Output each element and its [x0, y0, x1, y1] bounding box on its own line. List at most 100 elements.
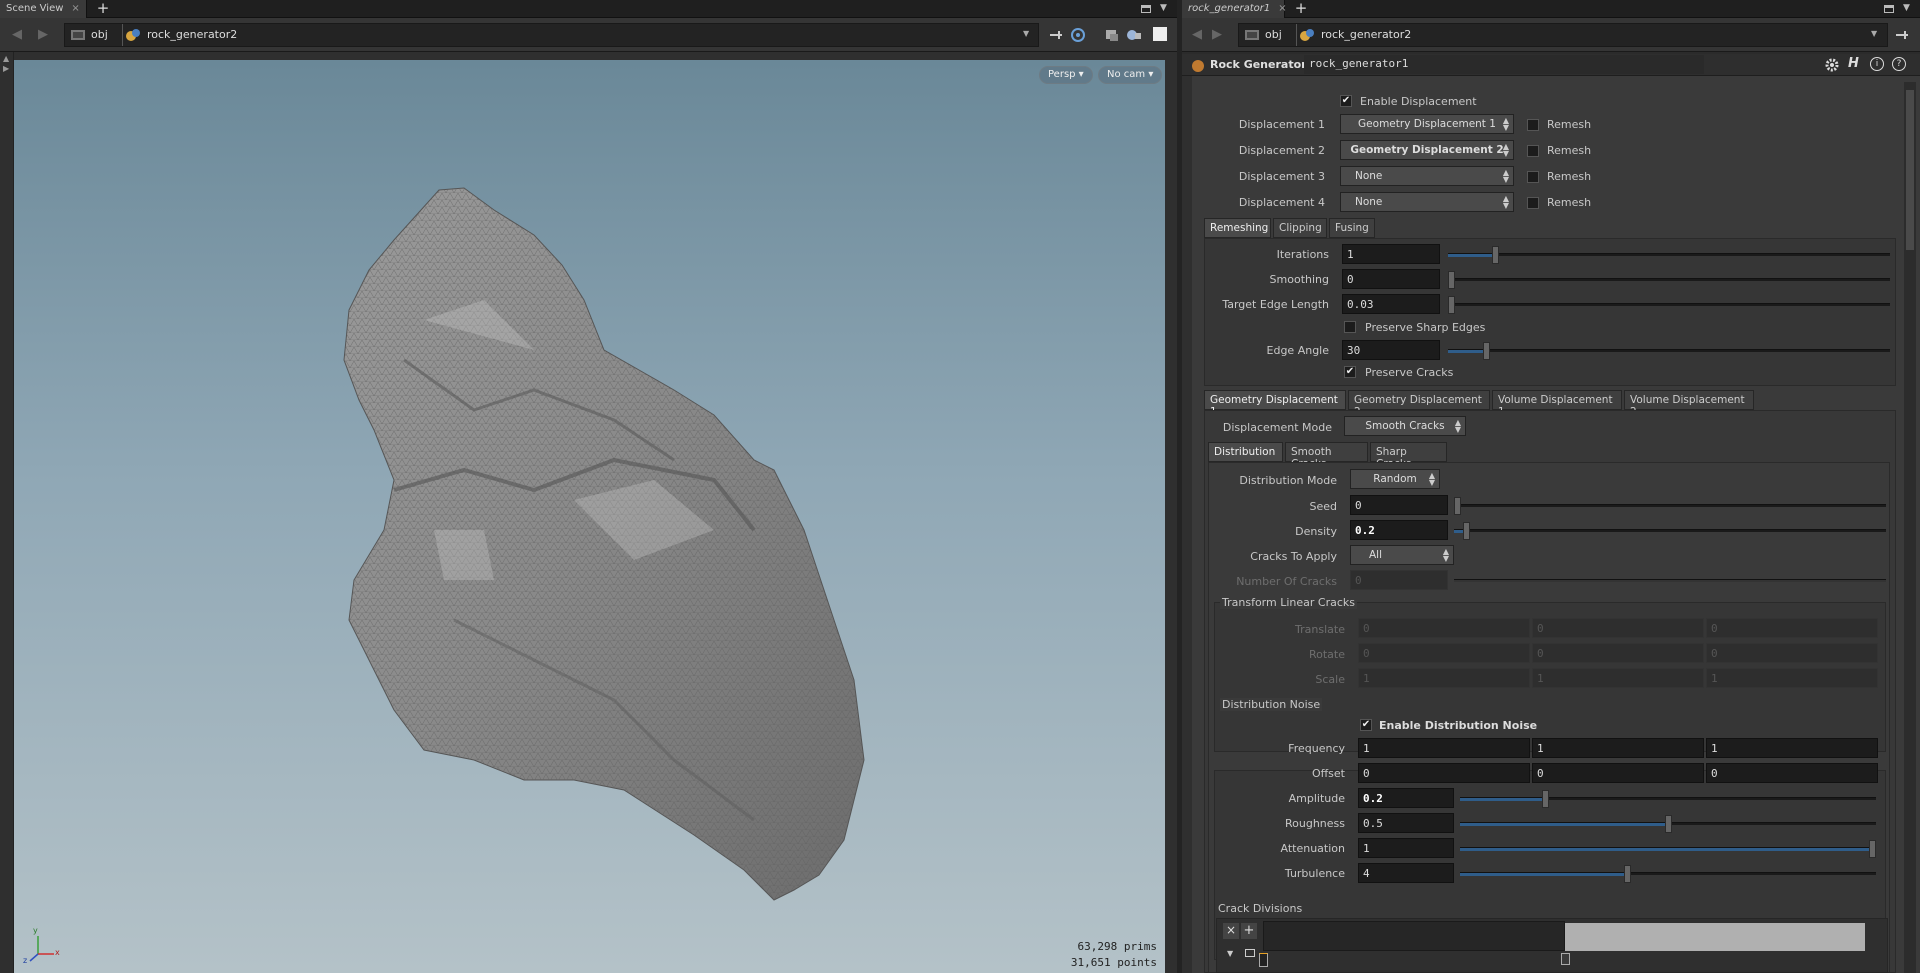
- slider-handle[interactable]: [1492, 246, 1499, 264]
- preserve-cracks-checkbox[interactable]: ✔: [1344, 366, 1356, 378]
- density-field[interactable]: 0.2: [1350, 520, 1448, 540]
- smoothing-field[interactable]: 0: [1342, 269, 1440, 289]
- panel-scrollbar[interactable]: [1904, 82, 1916, 973]
- offset-z-field[interactable]: 0: [1706, 763, 1878, 783]
- tab-fusing[interactable]: Fusing: [1329, 218, 1375, 238]
- turbulence-field[interactable]: 4: [1358, 863, 1454, 883]
- ramp-light-region[interactable]: [1565, 923, 1865, 951]
- back-arrow-icon[interactable]: ◀: [12, 27, 22, 42]
- maximize-pane-icon[interactable]: [1141, 5, 1151, 13]
- rock-mesh[interactable]: [14, 60, 1165, 973]
- path-dropdown-arrow-icon[interactable]: ▼: [1023, 29, 1029, 38]
- density-slider[interactable]: [1454, 522, 1886, 540]
- displacement-2-menu[interactable]: Geometry Displacement 2 ▲ ▼: [1340, 140, 1514, 160]
- seed-field[interactable]: 0: [1350, 495, 1448, 515]
- tab-volume-displacement-1[interactable]: Volume Displacement 1: [1492, 390, 1622, 418]
- ramp-options-icon[interactable]: [1245, 949, 1255, 957]
- add-tab-button[interactable]: +: [94, 0, 112, 18]
- iterations-field[interactable]: 1: [1342, 244, 1440, 264]
- path-dropdown-arrow-icon[interactable]: ▼: [1871, 29, 1877, 38]
- tab-distribution[interactable]: Distribution: [1208, 442, 1283, 462]
- slider-handle[interactable]: [1448, 271, 1455, 289]
- smoothing-slider[interactable]: [1448, 271, 1890, 289]
- displacement-1-menu[interactable]: Geometry Displacement 1 ▲ ▼: [1340, 114, 1514, 134]
- edge-angle-field[interactable]: 30: [1342, 340, 1440, 360]
- toolbar-collapse-arrow-icon[interactable]: ▲: [3, 54, 9, 63]
- remove-key-button[interactable]: ×: [1223, 923, 1239, 939]
- path-segment-obj[interactable]: obj: [1265, 28, 1282, 41]
- enable-distribution-noise-checkbox[interactable]: ✔: [1360, 719, 1372, 731]
- back-arrow-icon[interactable]: ◀: [1192, 27, 1202, 42]
- amplitude-field[interactable]: 0.2: [1358, 788, 1454, 808]
- slider-handle[interactable]: [1448, 296, 1455, 314]
- displacement-4-menu[interactable]: None ▲ ▼: [1340, 192, 1514, 212]
- tab-geometry-displacement-2[interactable]: Geometry Displacement 2: [1348, 390, 1490, 418]
- frequency-x-field[interactable]: 1: [1358, 738, 1530, 758]
- slider-handle[interactable]: [1454, 497, 1461, 515]
- tab-clipping[interactable]: Clipping: [1273, 218, 1327, 238]
- slider-handle[interactable]: [1869, 840, 1876, 858]
- iterations-slider[interactable]: [1448, 246, 1890, 264]
- displacement-3-remesh-checkbox[interactable]: [1527, 171, 1539, 183]
- question-icon[interactable]: ?: [1892, 57, 1906, 71]
- offset-y-field[interactable]: 0: [1532, 763, 1704, 783]
- forward-arrow-icon[interactable]: ▶: [1212, 27, 1222, 42]
- path-segment-node[interactable]: rock_generator2: [1321, 28, 1411, 41]
- frequency-z-field[interactable]: 1: [1706, 738, 1878, 758]
- add-tab-button[interactable]: +: [1292, 0, 1310, 18]
- path-breadcrumb[interactable]: obj rock_generator2 ▼: [64, 23, 1039, 47]
- pane-menu-arrow-icon[interactable]: ▼: [1160, 3, 1167, 13]
- displacement-3-menu[interactable]: None ▲ ▼: [1340, 166, 1514, 186]
- slider-handle[interactable]: [1542, 790, 1549, 808]
- tab-smooth-cracks[interactable]: Smooth Cracks: [1285, 442, 1368, 470]
- ramp-key-marker-mid[interactable]: [1561, 953, 1570, 965]
- displacement-mode-menu[interactable]: Smooth Cracks ▲ ▼: [1344, 416, 1466, 436]
- tab-geometry-displacement-1[interactable]: Geometry Displacement 1: [1204, 390, 1346, 418]
- pin-icon[interactable]: [1894, 27, 1910, 43]
- gear-icon[interactable]: [1824, 57, 1840, 73]
- forward-arrow-icon[interactable]: ▶: [38, 27, 48, 42]
- seed-slider[interactable]: [1454, 497, 1886, 515]
- scrollbar-thumb[interactable]: [1906, 90, 1914, 250]
- enable-displacement-checkbox[interactable]: ✔: [1340, 95, 1352, 107]
- slider-handle[interactable]: [1624, 865, 1631, 883]
- displacement-1-remesh-checkbox[interactable]: [1527, 119, 1539, 131]
- pin-icon[interactable]: [1048, 27, 1064, 43]
- ramp-key-marker-left[interactable]: [1259, 953, 1268, 967]
- path-segment-node[interactable]: rock_generator2: [147, 28, 237, 41]
- toolbar-expand-arrow-icon[interactable]: ▶: [3, 64, 9, 73]
- node-name-field[interactable]: rock_generator1: [1304, 55, 1704, 74]
- ramp-collapse-arrow-icon[interactable]: ▼: [1227, 949, 1233, 958]
- pane-menu-arrow-icon[interactable]: ▼: [1903, 3, 1910, 13]
- camera-options-icon[interactable]: [1126, 27, 1142, 43]
- link-icon[interactable]: [1070, 27, 1086, 43]
- target-edge-length-field[interactable]: 0.03: [1342, 294, 1440, 314]
- roughness-slider[interactable]: [1460, 815, 1876, 833]
- turbulence-slider[interactable]: [1460, 865, 1876, 883]
- slider-handle[interactable]: [1665, 815, 1672, 833]
- path-breadcrumb[interactable]: obj rock_generator2 ▼: [1238, 23, 1888, 47]
- slider-handle[interactable]: [1463, 522, 1470, 540]
- displacement-2-remesh-checkbox[interactable]: [1527, 145, 1539, 157]
- attenuation-slider[interactable]: [1460, 840, 1876, 858]
- close-tab-icon[interactable]: ×: [71, 3, 79, 14]
- tab-scene-view[interactable]: Scene View ×: [0, 0, 87, 18]
- tab-rock-generator1[interactable]: rock_generator1 ×: [1182, 0, 1287, 18]
- slider-handle[interactable]: [1483, 342, 1490, 360]
- add-key-button[interactable]: +: [1241, 923, 1257, 939]
- offset-x-field[interactable]: 0: [1358, 763, 1530, 783]
- amplitude-slider[interactable]: [1460, 790, 1876, 808]
- info-icon[interactable]: i: [1870, 57, 1884, 71]
- roughness-field[interactable]: 0.5: [1358, 813, 1454, 833]
- display-options-icon[interactable]: [1104, 27, 1120, 43]
- tab-volume-displacement-2[interactable]: Volume Displacement 2: [1624, 390, 1754, 418]
- tab-sharp-cracks[interactable]: Sharp Cracks: [1370, 442, 1447, 470]
- maximize-pane-icon[interactable]: [1884, 5, 1894, 13]
- edge-angle-slider[interactable]: [1448, 342, 1890, 360]
- tab-remeshing[interactable]: Remeshing: [1204, 218, 1271, 238]
- frequency-y-field[interactable]: 1: [1532, 738, 1704, 758]
- scene-viewport[interactable]: Persp ▾ No cam ▾ y x z 63,298 prims 31,6…: [14, 60, 1165, 973]
- viewport-layout-icon[interactable]: [1153, 27, 1167, 41]
- distribution-mode-menu[interactable]: Random ▲ ▼: [1350, 469, 1440, 489]
- path-segment-obj[interactable]: obj: [91, 28, 108, 41]
